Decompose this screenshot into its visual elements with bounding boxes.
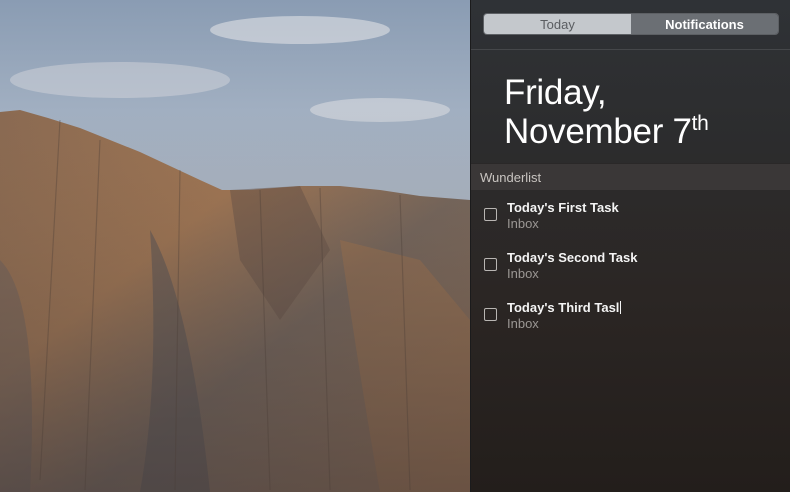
task-title-text: Today's Third Tasl: [507, 300, 620, 315]
today-notifications-segmented-control: Today Notifications: [483, 13, 779, 35]
task-title: Today's Second Task: [507, 250, 638, 265]
date-month-day: November 7th: [504, 112, 790, 151]
task-list-name: Inbox: [507, 316, 539, 331]
tab-notifications[interactable]: Notifications: [631, 14, 778, 34]
date-heading: Friday, November 7th: [471, 50, 790, 163]
notification-center-panel: Today Notifications Friday, November 7th…: [470, 0, 790, 492]
task-list-name: Inbox: [507, 266, 539, 281]
wunderlist-widget-title: Wunderlist: [471, 163, 790, 190]
notification-center-header: Today Notifications: [471, 0, 790, 50]
text-caret: [620, 301, 622, 314]
date-ordinal-suffix: th: [691, 112, 709, 135]
task-title: Today's First Task: [507, 200, 619, 215]
task-checkbox[interactable]: [484, 208, 497, 221]
task-list-name: Inbox: [507, 216, 539, 231]
date-weekday: Friday,: [504, 73, 607, 112]
task-item-1[interactable]: Today's First Task Inbox: [471, 198, 790, 248]
task-title-editing[interactable]: Today's Third Tasl: [507, 298, 790, 316]
task-checkbox[interactable]: [484, 258, 497, 271]
wunderlist-task-list: Today's First Task Inbox Today's Second …: [471, 190, 790, 348]
task-item-2[interactable]: Today's Second Task Inbox: [471, 248, 790, 298]
desktop-wallpaper: [0, 0, 470, 492]
task-checkbox[interactable]: [484, 308, 497, 321]
date-month-day-text: November 7: [504, 112, 692, 151]
tab-today[interactable]: Today: [484, 14, 631, 34]
task-item-3[interactable]: Today's Third Tasl Inbox: [471, 298, 790, 348]
